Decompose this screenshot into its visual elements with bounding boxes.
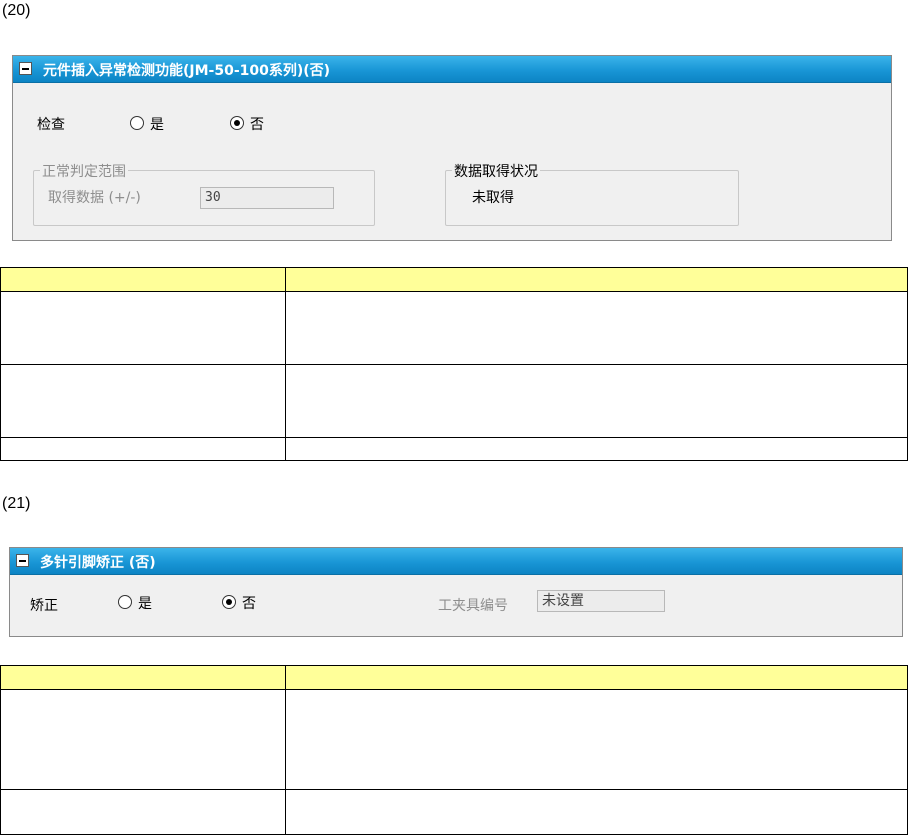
check-label: 检查 (37, 117, 65, 133)
table-cell (285, 789, 908, 835)
check-no-label: 否 (250, 117, 264, 133)
table-cell (0, 437, 286, 461)
table-cell (0, 665, 286, 690)
collapse-icon[interactable] (16, 554, 29, 567)
table-cell (285, 689, 908, 790)
correct-yes-label: 是 (138, 596, 152, 612)
section-20-label: (20) (2, 2, 31, 19)
tool-number-label: 工夹具编号 (438, 598, 508, 614)
table-cell (285, 291, 908, 365)
table-header-row (0, 665, 908, 690)
table-cell (285, 665, 908, 690)
panel-header: 元件插入异常检测功能(JM-50-100系列)(否) (13, 56, 891, 83)
data-status-value: 未取得 (472, 190, 514, 206)
acquired-data-label: 取得数据 (+/-) (48, 190, 141, 206)
normal-range-legend: 正常判定范围 (40, 161, 128, 181)
table-header-row (0, 267, 908, 292)
section-21-label: (21) (2, 495, 31, 512)
collapse-icon[interactable] (19, 62, 32, 75)
normal-range-group: 正常判定范围 取得数据 (+/-) 30 (33, 161, 375, 226)
section-20-table (0, 267, 908, 461)
correct-label: 矫正 (30, 598, 58, 614)
check-yes-label: 是 (150, 117, 164, 133)
table-cell (285, 364, 908, 438)
tool-number-field[interactable]: 未设置 (537, 590, 665, 612)
table-cell (0, 789, 286, 835)
table-cell (0, 267, 286, 292)
panel-title: 元件插入异常检测功能(JM-50-100系列)(否) (43, 63, 331, 79)
data-status-group: 数据取得状况 未取得 (445, 161, 739, 226)
acquired-data-field[interactable]: 30 (200, 187, 334, 209)
table-row (0, 437, 908, 461)
table-cell (0, 364, 286, 438)
correct-no-radio[interactable] (222, 595, 236, 609)
table-cell (0, 291, 286, 365)
data-status-legend: 数据取得状况 (452, 161, 540, 181)
table-row (0, 689, 908, 790)
table-cell (285, 437, 908, 461)
table-row (0, 291, 908, 365)
insertion-detection-panel: 元件插入异常检测功能(JM-50-100系列)(否) 检查 是 否 正常判定范围… (12, 55, 892, 241)
check-yes-radio[interactable] (130, 116, 144, 130)
check-no-radio[interactable] (230, 116, 244, 130)
table-row (0, 364, 908, 438)
table-cell (0, 689, 286, 790)
correct-no-label: 否 (242, 596, 256, 612)
panel-title: 多针引脚矫正 (否) (40, 555, 156, 571)
table-row (0, 789, 908, 835)
panel-header: 多针引脚矫正 (否) (10, 548, 902, 575)
correct-yes-radio[interactable] (118, 595, 132, 609)
pin-correction-panel: 多针引脚矫正 (否) 矫正 是 否 工夹具编号 未设置 (9, 547, 903, 637)
table-cell (285, 267, 908, 292)
section-21-table (0, 665, 908, 835)
